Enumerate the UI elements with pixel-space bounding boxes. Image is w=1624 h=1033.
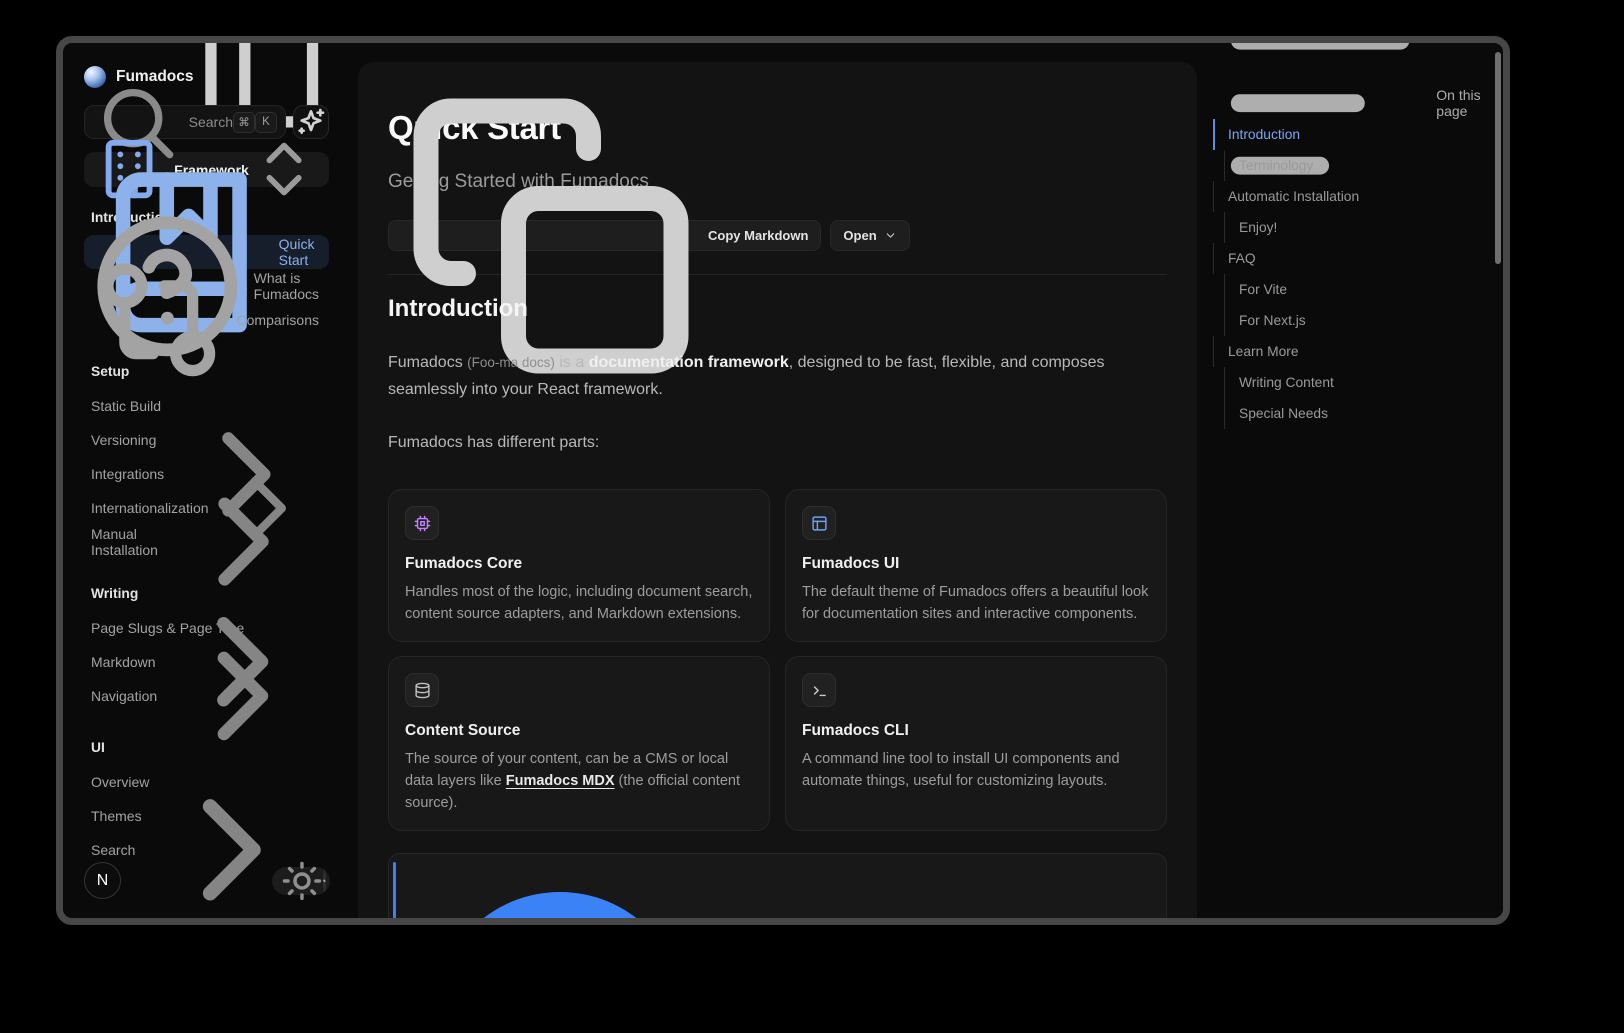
screen-background: Fumadocs Search ⌘ K Framework Introducti…	[0, 0, 1624, 1033]
toc-item-learn-more[interactable]: Learn More	[1213, 336, 1493, 367]
sidebar-footer: N	[84, 862, 330, 899]
intro-name: Fumadocs	[388, 354, 467, 371]
sidebar-item-label: Comparisons	[237, 312, 319, 328]
card-description: The default theme of Fumadocs offers a b…	[802, 581, 1150, 625]
main-content: Quick Start Getting Started with Fumadoc…	[358, 62, 1197, 918]
card-title: Fumadocs UI	[802, 555, 1150, 573]
toc-item-for-next-js[interactable]: For Next.js	[1213, 305, 1493, 336]
open-label: Open	[843, 228, 876, 243]
card-fumadocs-core[interactable]: Fumadocs Core Handles most of the logic, …	[388, 489, 770, 642]
sidebar-item-label: Navigation	[91, 688, 157, 704]
sidebar-item-label: What is Fumadocs	[254, 270, 319, 302]
card-fumadocs-cli[interactable]: Fumadocs CLI A command line tool to insta…	[785, 656, 1167, 831]
layout-icon	[811, 515, 828, 532]
sidebar-item-manual-installation[interactable]: Manual Installation	[84, 525, 329, 559]
sidebar-item-label: Versioning	[91, 432, 156, 448]
kbd-k: K	[255, 112, 277, 133]
intro-pronunciation: (Foo-ma docs)	[467, 355, 555, 370]
info-callout: Want to learn more? Read our in-depth Wh…	[388, 853, 1167, 918]
sidebar-item-label: Overview	[91, 774, 149, 790]
introduction-heading: Introduction	[388, 295, 1167, 323]
copy-icon	[401, 86, 701, 386]
sidebar: Fumadocs Search ⌘ K Framework Introducti…	[63, 43, 359, 918]
database-icon	[414, 682, 431, 699]
sidebar-item-label: Manual Installation	[91, 526, 158, 558]
sidebar-item-comparisons[interactable]: Comparisons	[84, 303, 329, 337]
toc-item-terminology[interactable]: Terminology	[1213, 150, 1493, 181]
app-window: Fumadocs Search ⌘ K Framework Introducti…	[56, 36, 1510, 925]
card-title: Content Source	[405, 722, 753, 740]
sidebar-group-writing: WritingPage Slugs & Page TreeMarkdownNav…	[84, 583, 329, 713]
page-actions: Copy Markdown Open	[388, 220, 1167, 251]
intro-mid: is a	[555, 354, 589, 371]
search-placeholder: Search	[189, 114, 233, 130]
sidebar-group-setup: SetupStatic BuildVersioningIntegrationsI…	[84, 361, 329, 559]
callout-title-row: Want to learn more?	[410, 867, 1150, 918]
open-button[interactable]: Open	[830, 220, 909, 251]
sidebar-item-label: Search	[91, 842, 135, 858]
intro-bold: documentation framework	[589, 354, 789, 371]
card-description: A command line tool to install UI compon…	[802, 748, 1150, 792]
chevron-down-icon	[884, 229, 897, 242]
scrollbar-thumb[interactable]	[1495, 52, 1501, 264]
toc-header-label: On this page	[1436, 87, 1493, 119]
cards-grid: Fumadocs Core Handles most of the logic, …	[388, 489, 1167, 831]
card-title: Fumadocs CLI	[802, 722, 1150, 740]
sidebar-item-navigation[interactable]: Navigation	[84, 679, 329, 713]
info-icon	[410, 867, 710, 918]
sidebar-item-label: Markdown	[91, 654, 156, 670]
fumadocs-mdx-link[interactable]: Fumadocs MDX	[506, 773, 615, 789]
card-icon-chip	[802, 673, 836, 707]
sun-icon[interactable]	[281, 860, 323, 902]
toc-header: On this page	[1213, 93, 1493, 113]
card-icon-chip	[405, 673, 439, 707]
avatar[interactable]: N	[84, 862, 121, 899]
sidebar-item-label: Themes	[91, 808, 142, 824]
toc-item-writing-content[interactable]: Writing Content	[1213, 367, 1493, 398]
card-description: The source of your content, can be a CMS…	[405, 748, 753, 814]
card-content-source[interactable]: Content Source The source of your content…	[388, 656, 770, 831]
toc-item-automatic-installation[interactable]: Automatic Installation	[1213, 181, 1493, 212]
cpu-icon	[414, 515, 431, 532]
toc-item-introduction[interactable]: Introduction	[1213, 119, 1493, 150]
moon-icon[interactable]	[323, 870, 326, 892]
sidebar-nav: IntroductionQuick StartWhat is FumadocsC…	[84, 207, 329, 867]
sidebar-item-label: Static Build	[91, 398, 161, 414]
sidebar-group-introduction: IntroductionQuick StartWhat is FumadocsC…	[84, 207, 329, 337]
card-icon-chip	[802, 506, 836, 540]
copy-markdown-button[interactable]: Copy Markdown	[388, 220, 821, 251]
parts-paragraph: Fumadocs has different parts:	[388, 429, 1166, 456]
sidebar-item-label: Quick Start	[279, 236, 319, 268]
chevron-right-icon	[167, 620, 319, 772]
toc-item-for-vite[interactable]: For Vite	[1213, 274, 1493, 305]
card-icon-chip	[405, 506, 439, 540]
toc-item-enjoy[interactable]: Enjoy!	[1213, 212, 1493, 243]
kbd-cmd: ⌘	[233, 112, 255, 133]
theme-toggle[interactable]	[272, 867, 330, 895]
card-title: Fumadocs Core	[405, 555, 753, 573]
card-description: Handles most of the logic, including doc…	[405, 581, 753, 625]
terminal-icon	[811, 682, 828, 699]
intro-paragraph: Fumadocs (Foo-ma docs) is a documentatio…	[388, 349, 1166, 403]
toc: On this page IntroductionTerminologyAuto…	[1213, 93, 1493, 429]
toc-list: IntroductionTerminologyAutomatic Install…	[1213, 119, 1493, 429]
toc-item-special-needs[interactable]: Special Needs	[1213, 398, 1493, 429]
copy-markdown-label: Copy Markdown	[708, 228, 808, 243]
card-fumadocs-ui[interactable]: Fumadocs UI The default theme of Fumadocs…	[785, 489, 1167, 642]
sidebar-item-label: Integrations	[91, 466, 164, 482]
toc-item-faq[interactable]: FAQ	[1213, 243, 1493, 274]
